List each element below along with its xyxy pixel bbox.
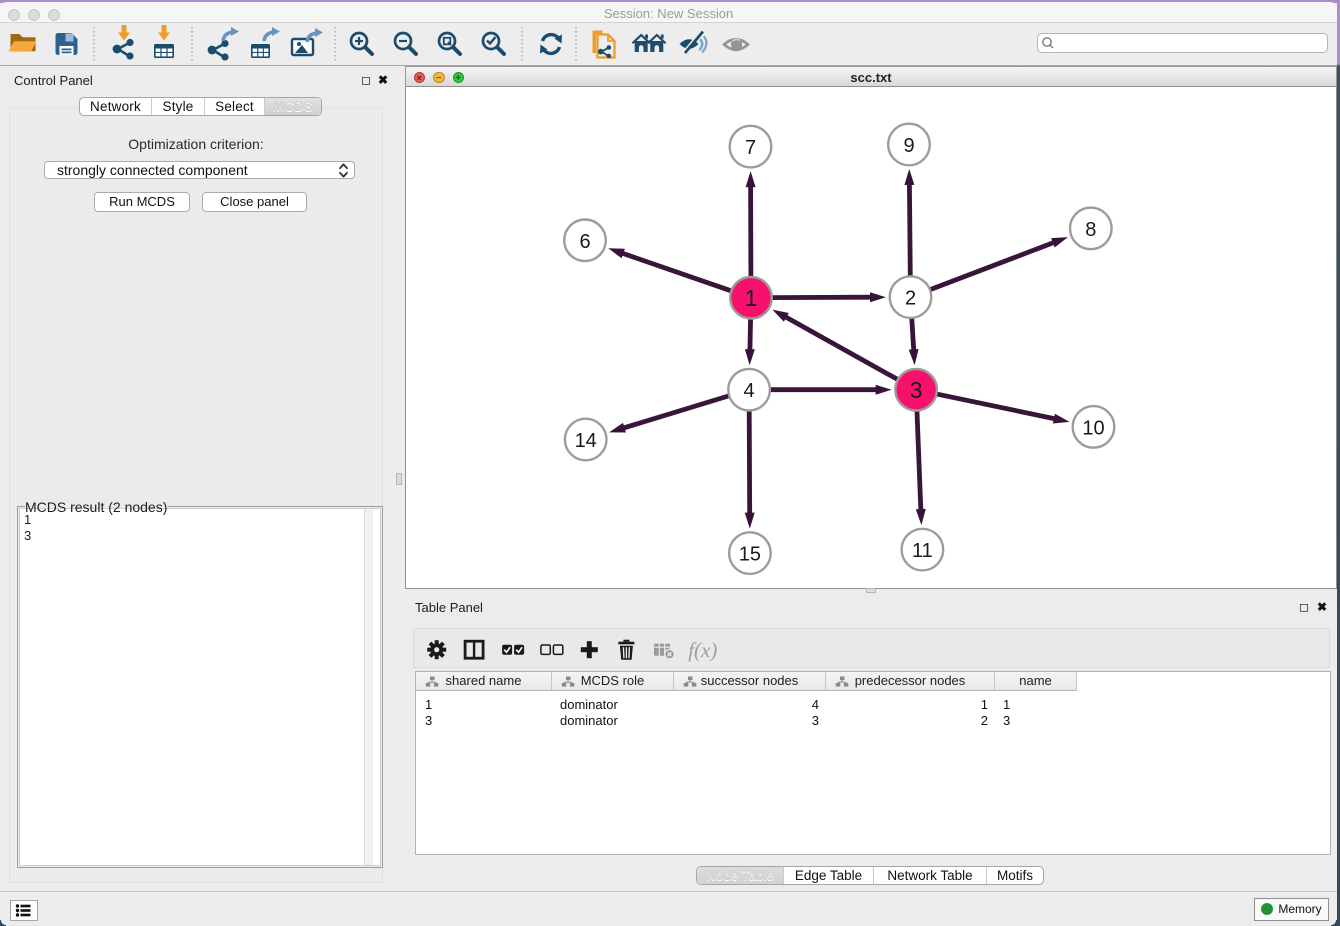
svg-text:6: 6 <box>579 231 590 253</box>
svg-text:1: 1 <box>745 285 758 311</box>
svg-text:14: 14 <box>575 430 597 452</box>
svg-text:7: 7 <box>745 137 756 159</box>
svg-text:10: 10 <box>1082 417 1104 439</box>
svg-text:9: 9 <box>903 135 914 157</box>
svg-text:3: 3 <box>910 377 923 403</box>
svg-text:2: 2 <box>905 288 916 310</box>
svg-text:15: 15 <box>739 544 761 566</box>
svg-text:11: 11 <box>912 540 933 562</box>
svg-text:4: 4 <box>744 380 755 402</box>
svg-text:f(x): f(x) <box>688 638 717 662</box>
svg-text:8: 8 <box>1085 219 1096 241</box>
